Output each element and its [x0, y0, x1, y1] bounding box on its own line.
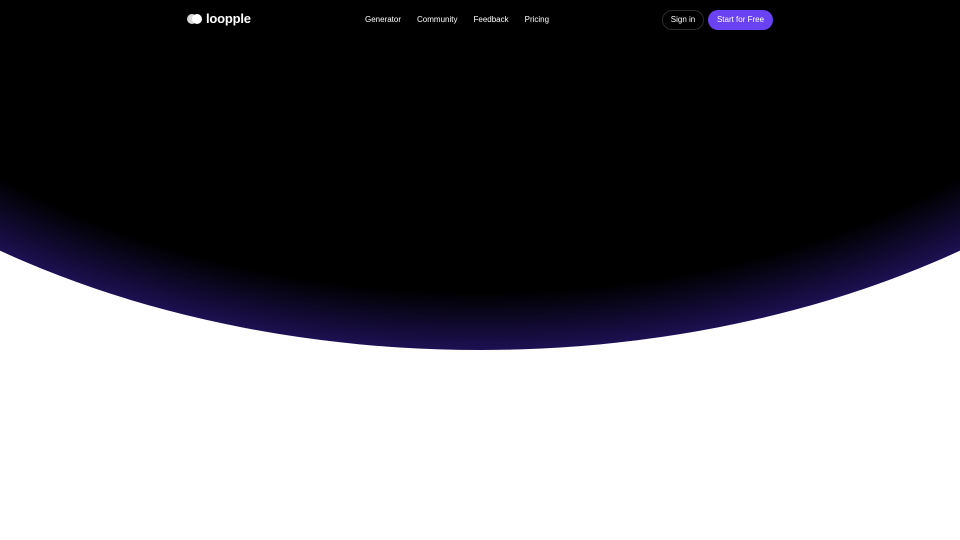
loopple-logo-icon — [187, 14, 202, 24]
sign-in-button[interactable]: Sign in — [662, 10, 704, 30]
nav-link-generator[interactable]: Generator — [365, 14, 401, 26]
nav-link-pricing[interactable]: Pricing — [525, 14, 549, 26]
start-for-free-button[interactable]: Start for Free — [708, 10, 773, 30]
top-navbar: loopple Generator Community Feedback Pri… — [0, 0, 960, 40]
landing-page: loopple Generator Community Feedback Pri… — [0, 0, 960, 540]
brand-name: loopple — [206, 11, 251, 26]
nav-links: Generator Community Feedback Pricing — [365, 14, 549, 26]
nav-link-feedback[interactable]: Feedback — [473, 14, 508, 26]
hero-gradient-background — [0, 0, 960, 350]
brand-logo-link[interactable]: loopple — [187, 12, 251, 26]
logo-dot-right — [192, 14, 202, 24]
nav-link-community[interactable]: Community — [417, 14, 457, 26]
